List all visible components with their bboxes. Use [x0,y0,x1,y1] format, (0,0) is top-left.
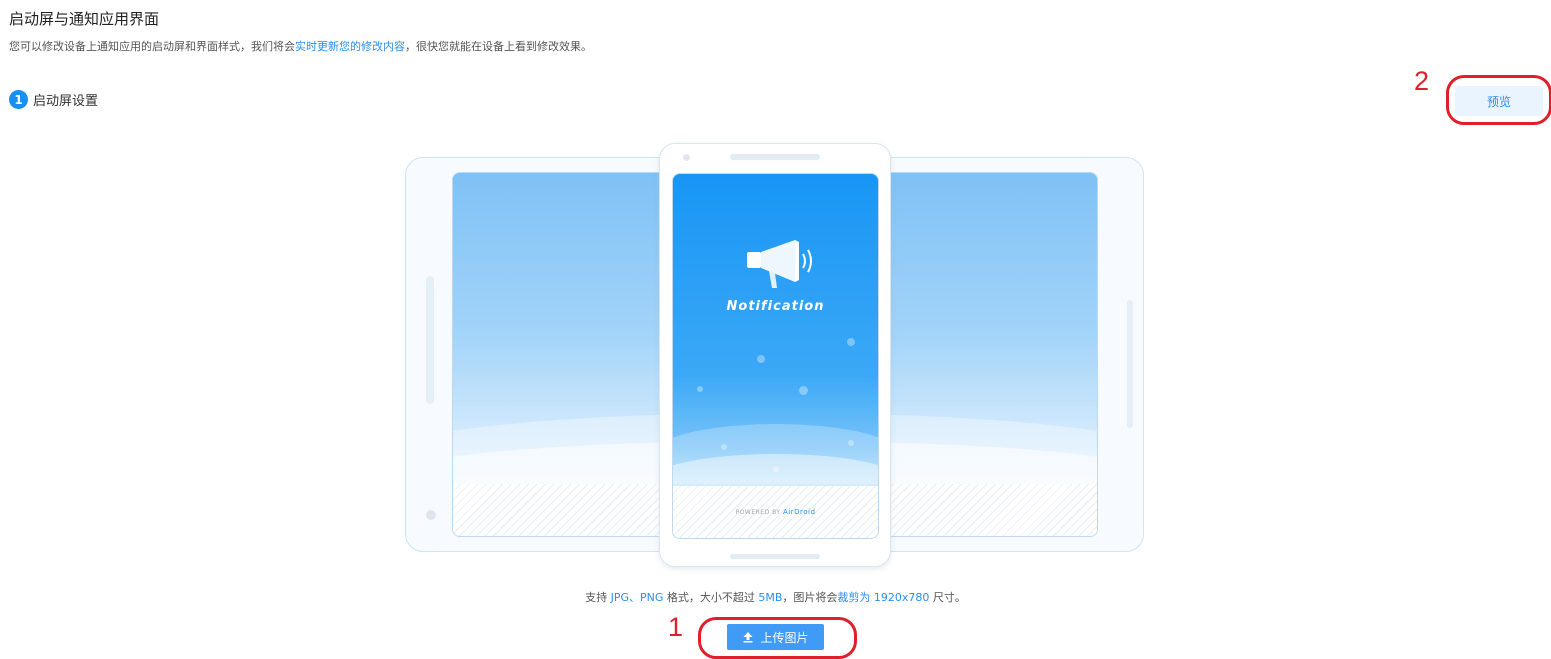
description-text: 您可以修改设备上通知应用的启动屏和界面样式，我们将会 [9,40,295,53]
description-highlight: 实时更新您的修改内容 [295,40,405,53]
page-description: 您可以修改设备上通知应用的启动屏和界面样式，我们将会实时更新您的修改内容，很快您… [9,38,592,54]
bubble [757,355,765,363]
splash-settings-page: 启动屏与通知应用界面 您可以修改设备上通知应用的启动屏和界面样式，我们将会实时更… [0,0,1551,659]
brand-name: AirDroid [783,508,816,516]
step-number-badge: 1 [9,90,28,109]
phone-speaker [730,154,820,160]
step-header: 1 启动屏设置 [9,90,98,109]
bubble [799,386,808,395]
hint-text: 支持 [585,591,611,604]
upload-button-label: 上传图片 [760,630,809,645]
tablet-side-bar-left [426,276,434,404]
phone-camera [683,154,690,161]
app-title-text: Notification [726,299,825,314]
phone-splash-preview: Notification POWERED BY AirDroid [672,173,879,539]
tablet-home-dot [426,510,436,520]
powered-by-label: POWERED BY AirDroid [673,508,878,516]
bubble [847,338,855,346]
upload-hint: 支持 JPG、PNG 格式，大小不超过 5MB，图片将会裁剪为 1920x780… [0,589,1551,605]
page-title: 启动屏与通知应用界面 [9,10,160,28]
hint-text: ，图片将会 [782,591,838,604]
annotation-number-1: 1 [668,612,684,642]
description-text-end: ，很快您就能在设备上看到修改效果。 [405,40,592,53]
hint-formats: JPG、PNG [610,591,664,604]
bubble [697,386,703,392]
hint-max-size: 5MB [758,591,783,604]
upload-image-button[interactable]: 上传图片 [727,624,824,650]
powered-by-text: POWERED BY [735,509,781,516]
phone-mockup: Notification POWERED BY AirDroid [659,143,891,567]
step-label: 启动屏设置 [33,94,99,109]
hint-text: 格式，大小不超过 [663,591,759,604]
hint-text: 尺寸。 [929,591,966,604]
phone-home-bar [730,554,820,559]
hint-crop-size: 裁剪为 1920x780 [837,591,930,604]
annotation-number-2: 2 [1414,66,1430,96]
preview-button[interactable]: 预览 [1455,86,1543,116]
tablet-side-bar-right [1127,300,1133,428]
megaphone-icon [747,240,812,288]
upload-icon [743,632,753,643]
